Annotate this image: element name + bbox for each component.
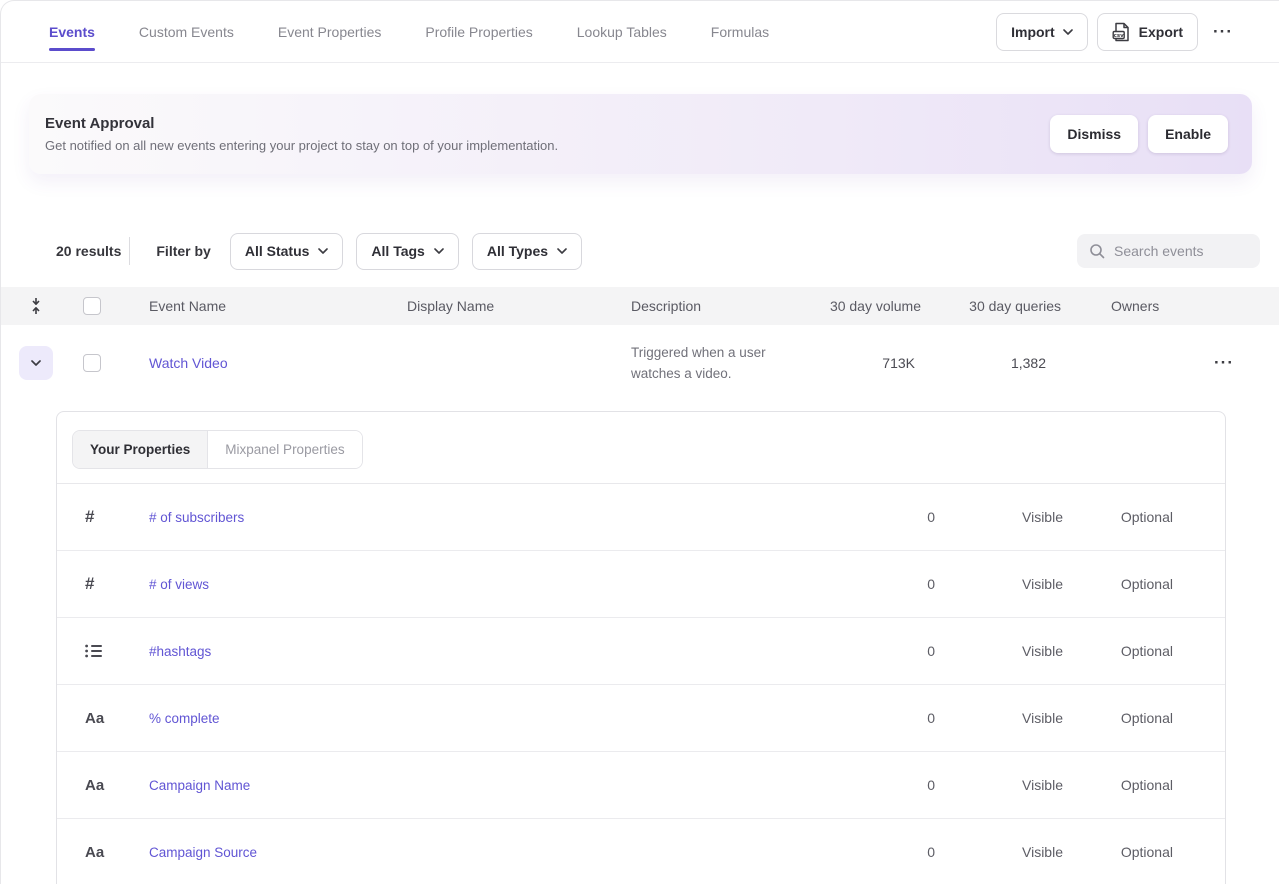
property-visibility: Visible: [935, 844, 1063, 860]
export-button[interactable]: csv Export: [1097, 13, 1198, 51]
property-visibility: Visible: [935, 710, 1063, 726]
col-event-name: Event Name: [119, 298, 377, 314]
lexicon-page: Events Custom Events Event Properties Pr…: [0, 0, 1279, 884]
col-30-day-queries: 30 day queries: [921, 298, 1061, 314]
col-30-day-volume: 30 day volume: [791, 298, 921, 314]
property-visibility: Visible: [935, 643, 1063, 659]
status-filter-label: All Status: [245, 243, 310, 259]
property-requirement: Optional: [1063, 643, 1173, 659]
property-requirement: Optional: [1063, 710, 1173, 726]
types-filter-dropdown[interactable]: All Types: [472, 233, 582, 270]
volume-cell: 713K: [791, 355, 921, 371]
col-description: Description: [601, 298, 791, 314]
property-row: # # of views 0 Visible Optional: [57, 551, 1225, 618]
property-name-link[interactable]: # of subscribers: [149, 510, 835, 525]
property-queries: 0: [835, 777, 935, 793]
tab-profile-properties[interactable]: Profile Properties: [425, 1, 532, 63]
row-more-menu-icon[interactable]: ···: [1208, 344, 1240, 382]
banner-description: Get notified on all new events entering …: [45, 138, 558, 153]
events-table-header: Event Name Display Name Description 30 d…: [1, 287, 1279, 325]
enable-button[interactable]: Enable: [1148, 115, 1228, 153]
banner-title: Event Approval: [45, 115, 558, 132]
text-type-icon: Aa: [85, 710, 104, 727]
property-queries: 0: [835, 643, 935, 659]
filter-by-label: Filter by: [156, 243, 210, 259]
property-name-link[interactable]: #hashtags: [149, 644, 835, 659]
tab-lookup-tables[interactable]: Lookup Tables: [577, 1, 667, 63]
property-queries: 0: [835, 576, 935, 592]
filter-bar: 20 results Filter by All Status All Tags…: [56, 232, 1260, 270]
properties-tabs: Your Properties Mixpanel Properties: [72, 430, 363, 469]
col-owners: Owners: [1061, 298, 1279, 314]
property-name-link[interactable]: % complete: [149, 711, 835, 726]
search-icon: [1089, 243, 1105, 259]
chevron-down-icon: [318, 248, 328, 254]
tab-mixpanel-properties[interactable]: Mixpanel Properties: [208, 431, 361, 468]
tab-events[interactable]: Events: [49, 1, 95, 63]
property-name-link[interactable]: Campaign Name: [149, 778, 835, 793]
property-row: # # of subscribers 0 Visible Optional: [57, 484, 1225, 551]
svg-text:csv: csv: [1113, 32, 1124, 38]
event-approval-banner: Event Approval Get notified on all new e…: [29, 94, 1252, 174]
results-count: 20 results: [56, 243, 121, 259]
collapse-row-button[interactable]: [19, 346, 53, 380]
dismiss-button[interactable]: Dismiss: [1050, 115, 1138, 153]
banner-actions: Dismiss Enable: [1050, 115, 1228, 153]
tab-your-properties[interactable]: Your Properties: [73, 431, 208, 468]
top-nav: Events Custom Events Event Properties Pr…: [1, 1, 1279, 63]
import-button[interactable]: Import: [996, 13, 1088, 51]
property-row: Aa % complete 0 Visible Optional: [57, 685, 1225, 752]
property-requirement: Optional: [1063, 777, 1173, 793]
properties-panel: Your Properties Mixpanel Properties # # …: [56, 411, 1226, 884]
property-requirement: Optional: [1063, 844, 1173, 860]
types-filter-label: All Types: [487, 243, 548, 259]
property-row: Aa Campaign Name 0 Visible Optional: [57, 752, 1225, 819]
table-row-watch-video: Watch Video Triggered when a user watche…: [1, 325, 1279, 401]
col-display-name: Display Name: [377, 298, 601, 314]
tags-filter-dropdown[interactable]: All Tags: [356, 233, 458, 270]
export-button-label: Export: [1139, 24, 1183, 40]
property-queries: 0: [835, 710, 935, 726]
number-type-icon: #: [85, 507, 94, 527]
queries-cell: 1,382: [921, 355, 1061, 371]
property-row: Aa Campaign Source 0 Visible Optional: [57, 819, 1225, 884]
property-name-link[interactable]: # of views: [149, 577, 835, 592]
event-name-link[interactable]: Watch Video: [149, 355, 228, 371]
text-type-icon: Aa: [85, 844, 104, 861]
top-nav-actions: Import csv Export ···: [996, 13, 1279, 51]
text-type-icon: Aa: [85, 777, 104, 794]
row-checkbox[interactable]: [83, 354, 101, 372]
import-button-label: Import: [1011, 24, 1055, 40]
property-visibility: Visible: [935, 576, 1063, 592]
collapse-all-icon[interactable]: [29, 297, 43, 315]
more-menu-icon[interactable]: ···: [1207, 13, 1239, 51]
property-visibility: Visible: [935, 777, 1063, 793]
csv-file-icon: csv: [1112, 22, 1131, 42]
property-requirement: Optional: [1063, 509, 1173, 525]
search-events-input[interactable]: [1114, 243, 1244, 259]
banner-text: Event Approval Get notified on all new e…: [45, 115, 558, 153]
select-all-checkbox[interactable]: [83, 297, 101, 315]
description-cell: Triggered when a user watches a video.: [631, 342, 796, 384]
property-row: #hashtags 0 Visible Optional: [57, 618, 1225, 685]
property-queries: 0: [835, 509, 935, 525]
chevron-down-icon: [1063, 29, 1073, 35]
property-requirement: Optional: [1063, 576, 1173, 592]
tab-custom-events[interactable]: Custom Events: [139, 1, 234, 63]
tab-event-properties[interactable]: Event Properties: [278, 1, 382, 63]
tab-formulas[interactable]: Formulas: [711, 1, 769, 63]
property-visibility: Visible: [935, 509, 1063, 525]
chevron-down-icon: [31, 360, 41, 366]
property-queries: 0: [835, 844, 935, 860]
number-type-icon: #: [85, 574, 94, 594]
tags-filter-label: All Tags: [371, 243, 424, 259]
list-type-icon: [85, 644, 102, 658]
property-name-link[interactable]: Campaign Source: [149, 845, 835, 860]
chevron-down-icon: [557, 248, 567, 254]
chevron-down-icon: [434, 248, 444, 254]
status-filter-dropdown[interactable]: All Status: [230, 233, 344, 270]
search-events-box[interactable]: [1077, 234, 1260, 268]
divider: [129, 237, 130, 265]
